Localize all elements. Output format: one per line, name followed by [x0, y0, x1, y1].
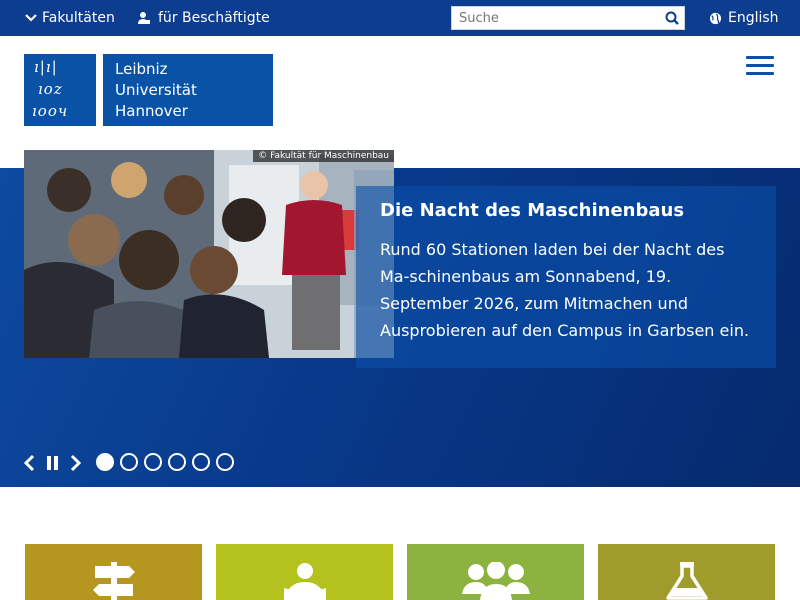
language-switch[interactable]: English [709, 0, 779, 36]
slide-indicators [96, 453, 240, 471]
photo-credit: © Fakultät für Maschinenbau [253, 150, 394, 162]
quick-link-tile-orientation[interactable] [25, 544, 202, 600]
slide-dot-4[interactable] [168, 453, 186, 471]
quick-link-tile-research[interactable] [598, 544, 775, 600]
search-icon[interactable] [664, 10, 680, 26]
staff-label: für Beschäftigte [158, 10, 270, 26]
logo-separator [96, 54, 103, 126]
chevron-down-icon [25, 14, 37, 22]
slide-dot-6[interactable] [216, 453, 234, 471]
university-logo[interactable]: ı|ı| ıoz ıooч Leibniz Universität Hannov… [24, 54, 273, 126]
next-slide-icon[interactable] [64, 452, 86, 474]
slider-controls [20, 452, 86, 474]
previous-slide-icon[interactable] [20, 452, 42, 474]
logo-wordmark: Leibniz Universität Hannover [115, 60, 197, 120]
slide-dot-2[interactable] [120, 453, 138, 471]
logo-mark: ı|ı| ıoz ıooч [32, 58, 69, 120]
people-group-icon [461, 562, 530, 600]
top-bar: Fakultäten für Beschäftigte English [0, 0, 800, 36]
language-label: English [728, 10, 779, 26]
staff-link[interactable]: für Beschäftigte [137, 0, 270, 36]
signpost-icon [92, 562, 135, 600]
search-input[interactable] [452, 7, 657, 29]
pause-icon[interactable] [42, 452, 64, 474]
globe-icon [709, 12, 722, 24]
slide-dot-3[interactable] [144, 453, 162, 471]
person-icon [138, 12, 150, 24]
hero-photo[interactable]: © Fakultät für Maschinenbau [24, 150, 394, 358]
hero-caption[interactable]: Die Nacht des Maschinenbaus Rund 60 Stat… [356, 186, 776, 368]
quick-link-tile-people[interactable] [407, 544, 584, 600]
hero-text: Rund 60 Stationen laden bei der Nacht de… [380, 240, 750, 340]
slide-dot-1[interactable] [96, 453, 114, 471]
slide-dot-5[interactable] [192, 453, 210, 471]
hamburger-menu-icon[interactable] [746, 56, 774, 76]
site-header: ı|ı| ıoz ıooч Leibniz Universität Hannov… [0, 36, 800, 150]
hero-title: Die Nacht des Maschinenbaus [380, 200, 685, 221]
search-box [451, 6, 685, 30]
faculties-menu[interactable]: Fakultäten [24, 0, 115, 36]
flask-icon [665, 562, 708, 600]
quick-links [0, 544, 800, 600]
quick-link-tile-study[interactable] [216, 544, 393, 600]
faculties-label: Fakultäten [42, 10, 115, 26]
photo-illustration [24, 150, 394, 358]
reading-person-icon [283, 563, 326, 600]
